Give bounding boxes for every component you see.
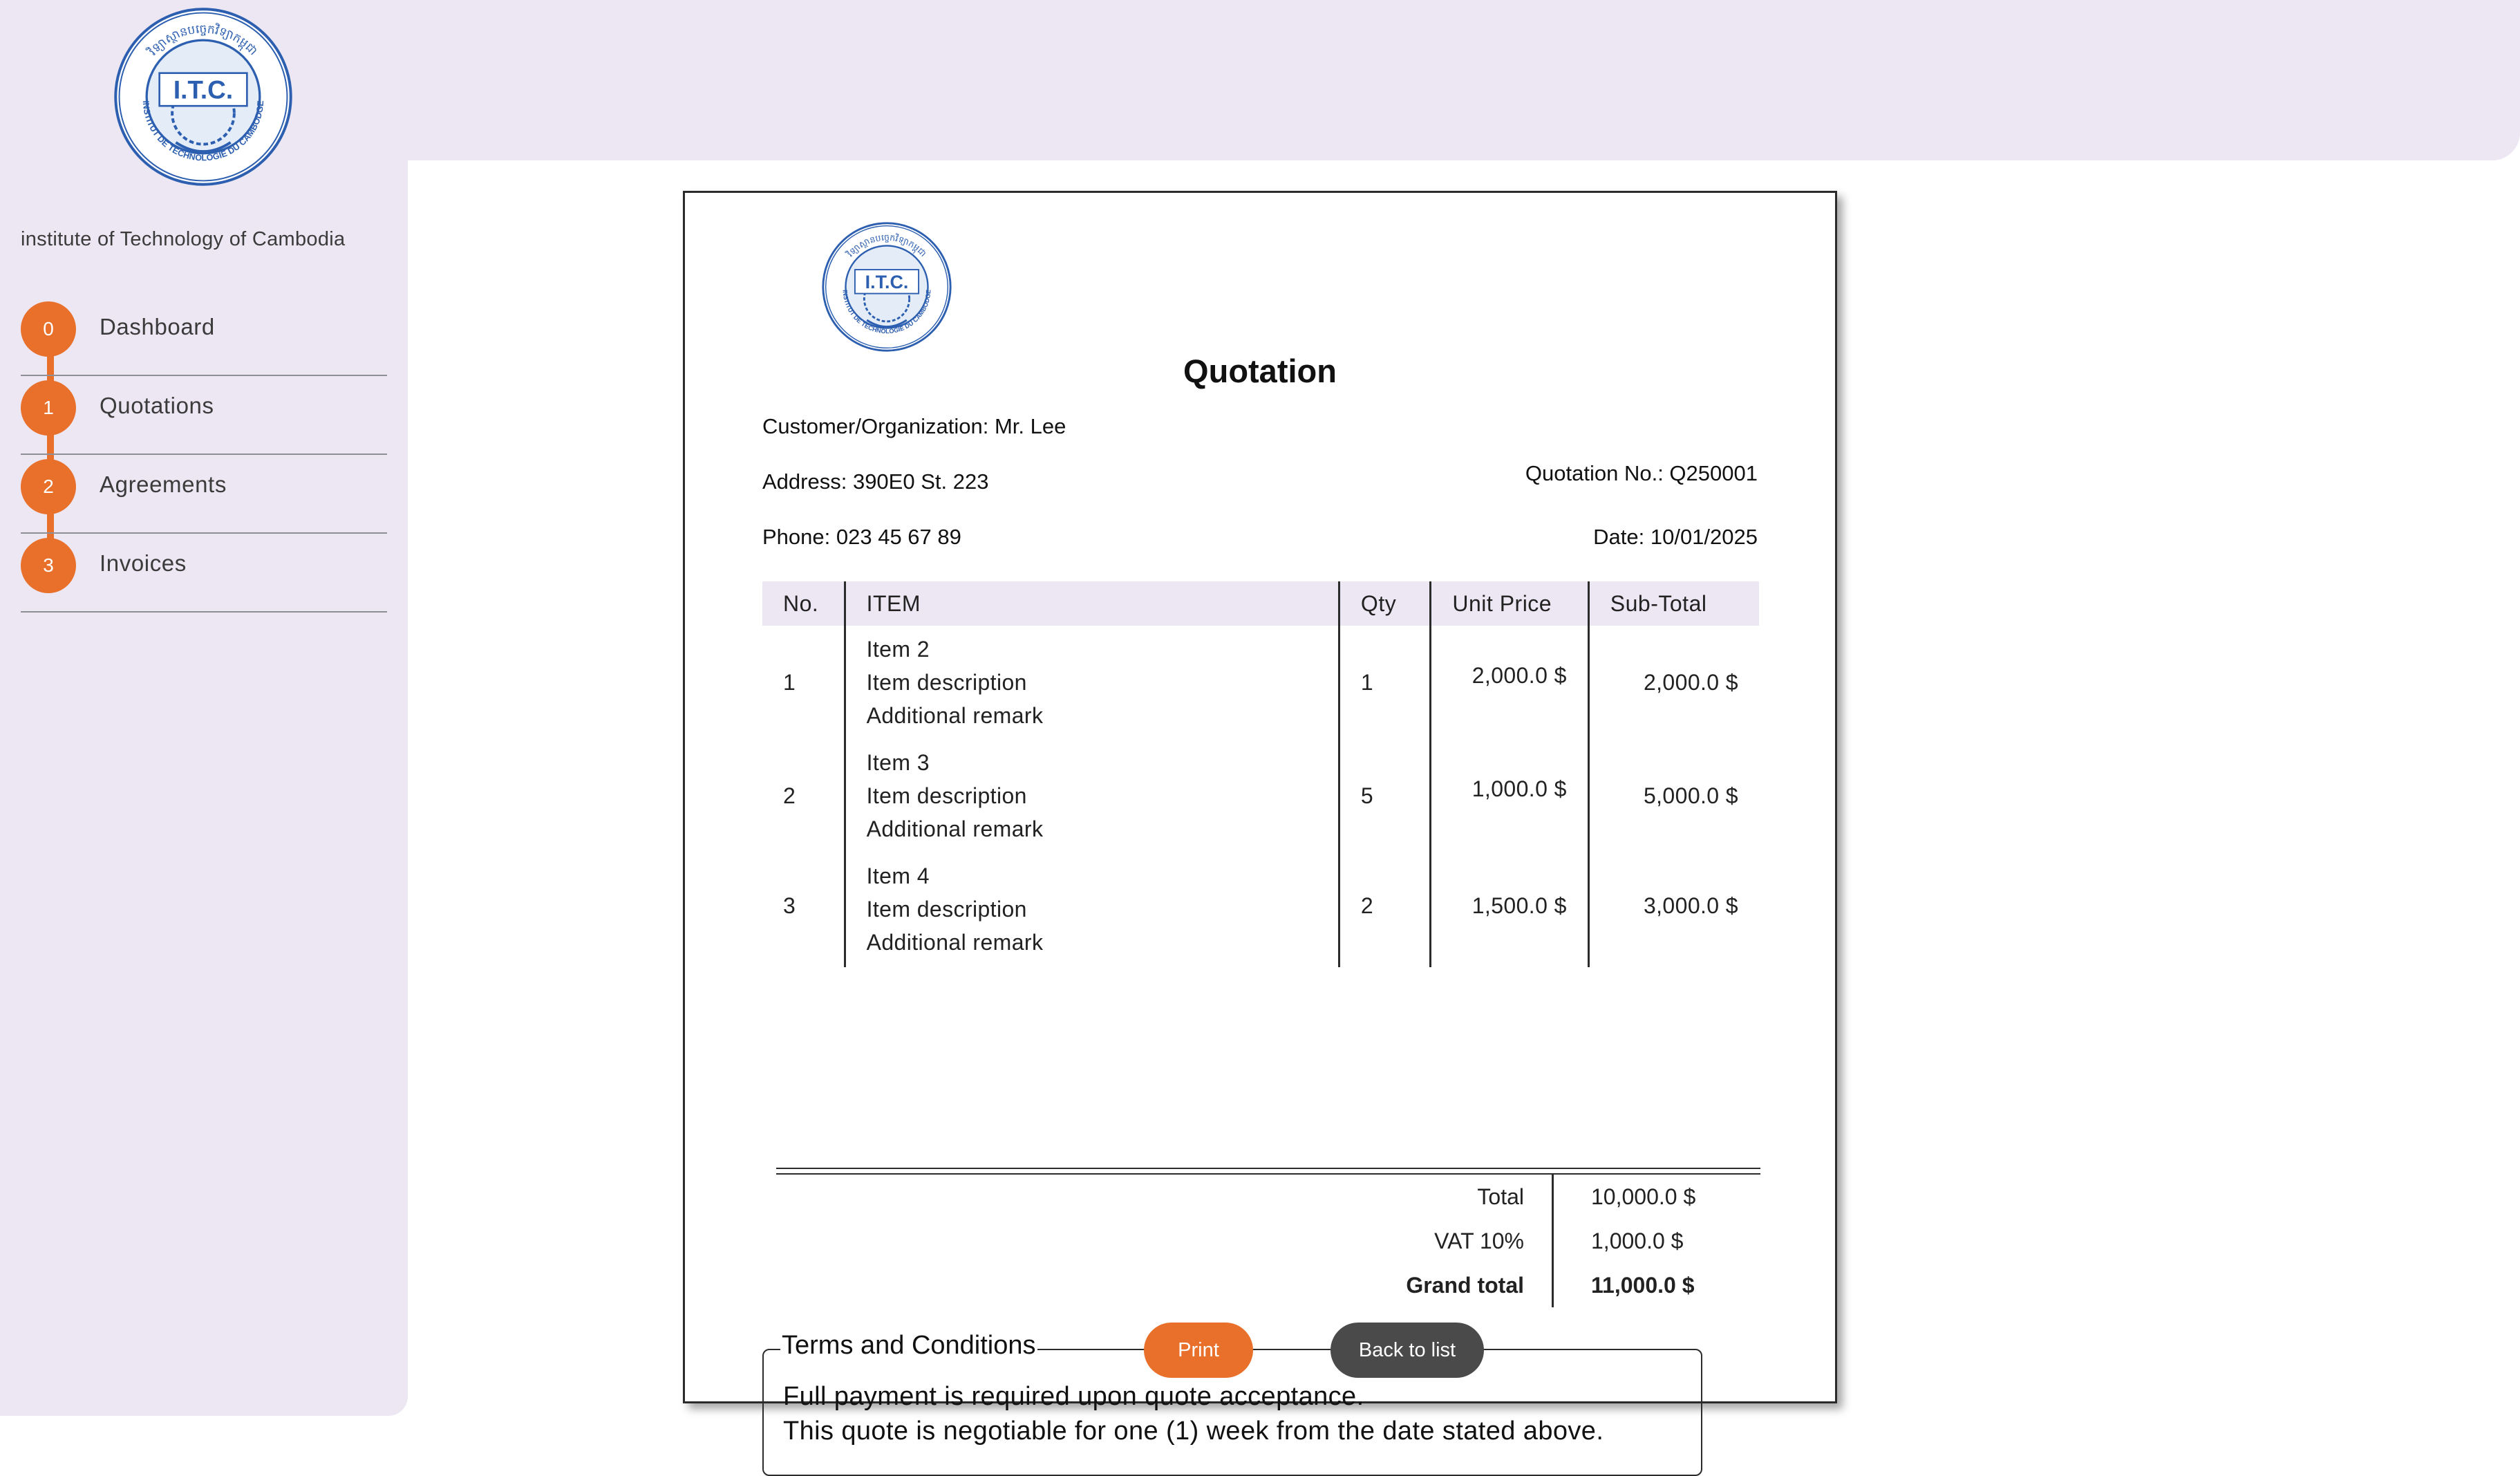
nav-step-badge: 3 xyxy=(21,538,76,593)
customer-info: Customer/Organization: Mr. Lee xyxy=(762,414,1066,438)
totals-block: Total 10,000.0 $ VAT 10% 1,000.0 $ Grand… xyxy=(1307,1175,1760,1307)
table-double-rule xyxy=(776,1168,1760,1175)
cell-sub-total: 5,000.0 $ xyxy=(1587,739,1759,852)
vat-label: VAT 10% xyxy=(1434,1228,1524,1253)
cell-sub-total: 3,000.0 $ xyxy=(1587,852,1759,967)
item-description: Item description xyxy=(866,897,1027,922)
table-row: 3 Item 4 Item description Additional rem… xyxy=(762,852,1759,967)
sidebar-item-label: Agreements xyxy=(100,471,227,497)
cell-no: 3 xyxy=(783,893,796,918)
col-header-sub-total: Sub-Total xyxy=(1587,581,1759,626)
logo-initials: I.T.C. xyxy=(865,272,909,292)
item-name: Item 4 xyxy=(866,863,930,888)
address-info: Address: 390E0 St. 223 xyxy=(762,469,989,494)
top-header-bar xyxy=(387,0,2520,160)
terms-line: This quote is negotiable for one (1) wee… xyxy=(783,1417,1604,1446)
item-description: Item description xyxy=(866,783,1027,808)
items-table: No. ITEM Qty Unit Price Sub-Total 1 Item… xyxy=(762,581,1759,967)
total-value: 10,000.0 $ xyxy=(1552,1175,1759,1219)
item-remark: Additional remark xyxy=(866,816,1044,841)
quotation-date: Date: 10/01/2025 xyxy=(1593,525,1758,549)
itc-logo: វិទ្យាស្ថានបច្ចេកវិទ្យាកម្ពុជា INSTITUT … xyxy=(822,222,952,352)
table-header-row: No. ITEM Qty Unit Price Sub-Total xyxy=(762,581,1759,626)
quotation-number: Quotation No.: Q250001 xyxy=(1525,461,1758,485)
total-row: Total 10,000.0 $ xyxy=(1307,1175,1760,1219)
cell-sub-total: 2,000.0 $ xyxy=(1587,626,1759,739)
cell-no: 1 xyxy=(783,669,796,695)
cell-unit-price: 2,000.0 $ xyxy=(1429,626,1589,739)
nav-step-badge: 0 xyxy=(21,301,76,357)
item-name: Item 2 xyxy=(866,637,930,662)
cell-qty: 2 xyxy=(1337,852,1431,967)
sidebar-nav: 0 Dashboard 1 Quotations 2 Agreements 3 … xyxy=(21,297,387,613)
sidebar-item-quotations[interactable]: 1 Quotations xyxy=(21,376,387,455)
print-button[interactable]: Print xyxy=(1144,1323,1253,1378)
cell-no: 2 xyxy=(783,783,796,808)
col-header-qty: Qty xyxy=(1337,581,1431,626)
cell-unit-price: 1,000.0 $ xyxy=(1429,739,1589,852)
table-row: 1 Item 2 Item description Additional rem… xyxy=(762,626,1759,739)
cell-unit-price: 1,500.0 $ xyxy=(1429,852,1589,967)
total-label: Total xyxy=(1477,1184,1524,1209)
cell-qty: 5 xyxy=(1337,739,1431,852)
grand-total-label: Grand total xyxy=(1406,1272,1524,1298)
item-name: Item 3 xyxy=(866,750,930,775)
vat-value: 1,000.0 $ xyxy=(1552,1219,1759,1263)
cell-qty: 1 xyxy=(1337,626,1431,739)
itc-logo: វិទ្យាស្ថានបច្ចេកវិទ្យាកម្ពុជា INSTITUT … xyxy=(114,8,292,186)
sidebar-item-label: Dashboard xyxy=(100,314,215,339)
terms-title: Terms and Conditions xyxy=(780,1331,1037,1361)
nav-step-badge: 2 xyxy=(21,459,76,514)
sidebar-item-label: Invoices xyxy=(100,550,187,576)
grand-total-row: Grand total 11,000.0 $ xyxy=(1307,1263,1760,1307)
nav-step-badge: 1 xyxy=(21,380,76,436)
sidebar-item-invoices[interactable]: 3 Invoices xyxy=(21,534,387,613)
grand-total-value: 11,000.0 $ xyxy=(1552,1263,1759,1307)
sidebar: វិទ្យាស្ថានបច្ចេកវិទ្យាកម្ពុជា INSTITUT … xyxy=(0,0,408,1416)
table-row: 2 Item 3 Item description Additional rem… xyxy=(762,739,1759,852)
item-description: Item description xyxy=(866,670,1027,695)
org-name: institute of Technology of Cambodia xyxy=(21,228,346,250)
vat-row: VAT 10% 1,000.0 $ xyxy=(1307,1219,1760,1263)
item-remark: Additional remark xyxy=(866,930,1044,955)
item-remark: Additional remark xyxy=(866,703,1044,728)
sidebar-item-dashboard[interactable]: 0 Dashboard xyxy=(21,297,387,376)
document-title: Quotation xyxy=(1183,353,1337,389)
cell-item: Item 3 Item description Additional remar… xyxy=(843,739,1339,852)
logo-initials: I.T.C. xyxy=(173,76,233,104)
col-header-unit-price: Unit Price xyxy=(1429,581,1589,626)
phone-info: Phone: 023 45 67 89 xyxy=(762,525,961,549)
back-to-list-button[interactable]: Back to list xyxy=(1330,1323,1484,1378)
sidebar-item-agreements[interactable]: 2 Agreements xyxy=(21,455,387,534)
col-header-item: ITEM xyxy=(843,581,1339,626)
terms-body: Full payment is required upon quote acce… xyxy=(783,1379,1604,1448)
sidebar-item-label: Quotations xyxy=(100,393,214,418)
terms-line: Full payment is required upon quote acce… xyxy=(783,1382,1364,1411)
col-header-no: No. xyxy=(762,581,845,626)
cell-item: Item 2 Item description Additional remar… xyxy=(843,626,1339,739)
quotation-document: វិទ្យាស្ថានបច្ចេកវិទ្យាកម្ពុជា INSTITUT … xyxy=(683,191,1837,1476)
cell-item: Item 4 Item description Additional remar… xyxy=(843,852,1339,967)
